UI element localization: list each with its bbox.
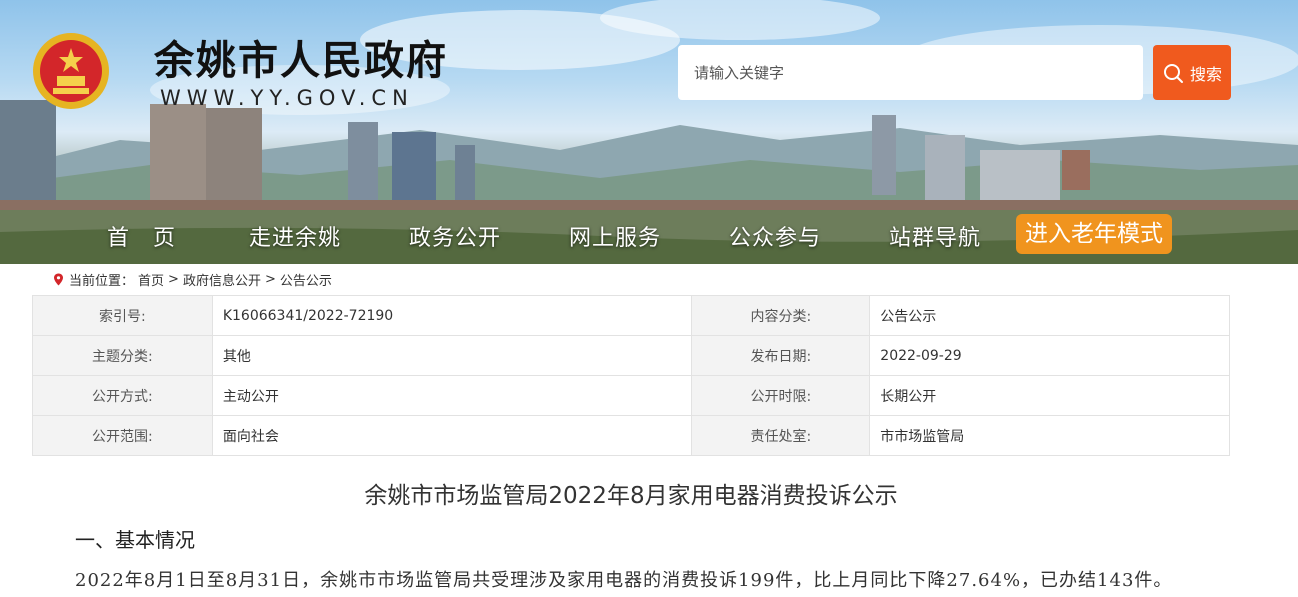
meta-label-category: 内容分类: <box>691 295 871 336</box>
nav-item-site-navigation[interactable]: 站群导航 <box>889 220 981 252</box>
meta-label-publish-date: 发布日期: <box>691 335 871 376</box>
meta-label-disclosure-scope: 公开范围: <box>32 415 213 456</box>
breadcrumb-prefix: 当前位置： <box>69 274 135 289</box>
breadcrumb: 当前位置： 首页 > 政府信息公开 > 公告公示 <box>52 270 332 289</box>
meta-value-disclosure-period: 长期公开 <box>869 375 1230 416</box>
search-input[interactable] <box>678 45 1143 100</box>
nav-item-public-participation[interactable]: 公众参与 <box>729 220 821 252</box>
meta-value-disclosure-scope: 面向社会 <box>211 415 693 456</box>
meta-label-responsible-office: 责任处室: <box>691 415 871 456</box>
breadcrumb-announcements[interactable]: 公告公示 <box>280 270 332 289</box>
table-row: 索引号: K16066341/2022-72190 内容分类: 公告公示 <box>32 295 1230 336</box>
meta-value-topic: 其他 <box>211 335 693 376</box>
article-paragraph: 2022年8月1日至8月31日，余姚市市场监管局共受理涉及家用电器的消费投诉19… <box>75 570 1173 591</box>
document-meta-table: 索引号: K16066341/2022-72190 内容分类: 公告公示 主题分… <box>32 295 1230 456</box>
header-banner: 余姚市人民政府 WWW.YY.GOV.CN 搜索 首 页 走进余姚 政务公开 网… <box>0 0 1298 264</box>
meta-value-category: 公告公示 <box>869 295 1230 336</box>
search-button[interactable]: 搜索 <box>1153 45 1231 100</box>
nav-item-about-yuyao[interactable]: 走进余姚 <box>249 220 341 252</box>
meta-value-disclosure-method: 主动公开 <box>211 375 693 416</box>
table-row: 主题分类: 其他 发布日期: 2022-09-29 <box>32 335 1230 376</box>
table-row: 公开范围: 面向社会 责任处室: 市市场监管局 <box>32 415 1230 456</box>
location-pin-icon <box>54 273 63 286</box>
breadcrumb-separator: > <box>168 272 179 287</box>
breadcrumb-separator: > <box>264 272 276 287</box>
national-emblem-icon <box>33 33 109 109</box>
nav-item-home[interactable]: 首 页 <box>107 220 176 252</box>
elder-mode-button[interactable]: 进入老年模式 <box>1016 214 1172 254</box>
meta-label-topic: 主题分类: <box>32 335 213 376</box>
section-heading: 一、基本情况 <box>75 528 195 552</box>
meta-value-index: K16066341/2022-72190 <box>211 295 693 336</box>
site-url: WWW.YY.GOV.CN <box>160 86 414 110</box>
search-icon <box>1163 63 1183 83</box>
breadcrumb-home[interactable]: 首页 <box>138 270 164 289</box>
main-nav: 首 页 走进余姚 政务公开 网上服务 公众参与 站群导航 进入老年模式 <box>0 212 1298 258</box>
meta-label-index: 索引号: <box>32 295 213 336</box>
nav-item-government-affairs[interactable]: 政务公开 <box>409 220 501 252</box>
table-row: 公开方式: 主动公开 公开时限: 长期公开 <box>32 375 1230 416</box>
nav-item-online-services[interactable]: 网上服务 <box>569 220 661 252</box>
site-title: 余姚市人民政府 <box>154 38 448 84</box>
meta-value-publish-date: 2022-09-29 <box>869 335 1230 376</box>
article-title: 余姚市市场监管局2022年8月家用电器消费投诉公示 <box>364 483 898 509</box>
search-button-label: 搜索 <box>1189 64 1222 84</box>
meta-label-disclosure-method: 公开方式: <box>32 375 213 416</box>
breadcrumb-info-disclosure[interactable]: 政府信息公开 <box>183 270 261 289</box>
meta-value-responsible-office: 市市场监管局 <box>869 415 1230 456</box>
meta-label-disclosure-period: 公开时限: <box>691 375 871 416</box>
